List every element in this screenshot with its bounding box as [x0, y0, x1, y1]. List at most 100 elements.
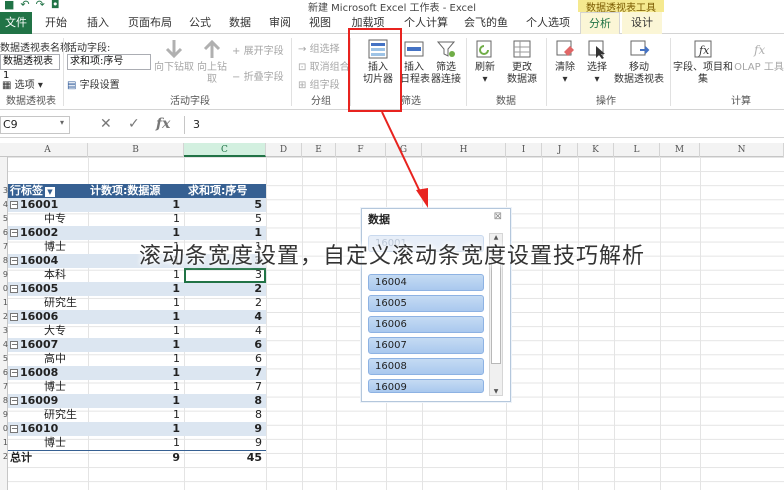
drill-up-button[interactable]: 向上钻取 — [196, 38, 228, 86]
table-row[interactable]: −16010 1 9 — [8, 422, 266, 436]
row-header[interactable]: 7 — [0, 382, 8, 391]
table-row[interactable]: −16001 1 5 — [8, 198, 266, 212]
table-row[interactable]: −16007 1 6 — [8, 338, 266, 352]
tab-insert[interactable]: 插入 — [78, 12, 118, 34]
table-row[interactable]: 研究生 1 2 — [8, 296, 266, 310]
column-header-c[interactable]: C — [184, 143, 266, 157]
column-header-l[interactable]: L — [614, 143, 660, 157]
filter-connections-button[interactable]: 筛选 器连接 — [430, 38, 462, 86]
table-row[interactable]: −16008 1 7 — [8, 366, 266, 380]
row-header[interactable]: 3 — [0, 326, 8, 335]
tab-analyze[interactable]: 分析 — [580, 12, 620, 35]
active-field-input[interactable]: 求和项:序号 — [67, 54, 151, 70]
tab-review[interactable]: 审阅 — [262, 12, 298, 34]
collapse-icon[interactable]: − — [10, 397, 18, 405]
table-row[interactable]: −16009 1 8 — [8, 394, 266, 408]
collapse-icon[interactable]: − — [10, 285, 18, 293]
row-labels-header[interactable]: 行标签 ▼ — [10, 184, 88, 198]
row-header[interactable]: 8 — [0, 396, 8, 405]
column-header-b[interactable]: B — [88, 143, 184, 157]
slicer-item[interactable]: 16004 — [368, 274, 484, 291]
table-row[interactable]: −16006 1 4 — [8, 310, 266, 324]
slicer-item[interactable]: 16008 — [368, 358, 484, 375]
row-header[interactable]: 9 — [0, 410, 8, 419]
table-row[interactable]: 博士 1 7 — [8, 380, 266, 394]
row-header[interactable]: 9 — [0, 270, 8, 279]
tab-formulas[interactable]: 公式 — [182, 12, 218, 34]
fields-items-sets-button[interactable]: fx 字段、项目和 集 — [672, 38, 734, 86]
column-header-e[interactable]: E — [302, 143, 336, 157]
group-field-button[interactable]: ⊞ 组字段 — [298, 76, 340, 91]
tab-home[interactable]: 开始 — [36, 12, 76, 34]
row-header[interactable]: 1 — [0, 438, 8, 447]
column-header-a[interactable]: A — [8, 143, 88, 157]
ungroup-button[interactable]: ⊡ 取消组合 — [298, 58, 350, 73]
options-button[interactable]: ▦ 选项 ▾ — [2, 76, 43, 91]
table-row[interactable]: 中专 1 5 — [8, 212, 266, 226]
slicer-item[interactable]: 16007 — [368, 337, 484, 354]
tab-personal-calc[interactable]: 个人计算 — [398, 12, 454, 34]
expand-field-button[interactable]: + 展开字段 — [232, 42, 284, 57]
olap-tools-button[interactable]: fx OLAP 工具 — [734, 38, 784, 74]
column-header-j[interactable]: J — [542, 143, 578, 157]
column-header-i[interactable]: I — [506, 143, 542, 157]
slicer-item[interactable]: 16006 — [368, 316, 484, 333]
cancel-icon[interactable]: ✕ — [100, 116, 112, 132]
tab-data[interactable]: 数据 — [222, 12, 258, 34]
row-header[interactable]: 2 — [0, 312, 8, 321]
insert-function-icon[interactable]: fx — [156, 116, 170, 132]
row-header[interactable]: 0 — [0, 284, 8, 293]
tab-flying-fish[interactable]: 会飞的鱼 — [458, 12, 514, 34]
group-selection-button[interactable]: → 组选择 — [298, 40, 340, 55]
table-row[interactable]: 研究生 1 8 — [8, 408, 266, 422]
column-header-n[interactable]: N — [700, 143, 784, 157]
collapse-icon[interactable]: − — [10, 313, 18, 321]
collapse-icon[interactable]: − — [10, 369, 18, 377]
slicer-item[interactable]: 16009 — [368, 379, 484, 393]
row-header[interactable]: 4 — [0, 340, 8, 349]
clear-button[interactable]: 清除 ▾ — [550, 38, 580, 86]
column-header-d[interactable]: D — [266, 143, 302, 157]
move-pivottable-button[interactable]: 移动 数据透视表 — [612, 38, 666, 86]
table-row[interactable]: 大专 1 4 — [8, 324, 266, 338]
scroll-down-icon[interactable]: ▼ — [490, 388, 502, 395]
row-header[interactable]: 0 — [0, 424, 8, 433]
clear-filter-icon[interactable]: ⊠ — [494, 211, 502, 222]
collapse-icon[interactable]: − — [10, 201, 18, 209]
row-header[interactable]: 5 — [0, 214, 8, 223]
row-header[interactable]: 6 — [0, 228, 8, 237]
tab-page-layout[interactable]: 页面布局 — [122, 12, 178, 34]
select-button[interactable]: 选择 ▾ — [582, 38, 612, 86]
tab-file[interactable]: 文件 — [0, 12, 32, 34]
formula-input[interactable]: 3 — [184, 116, 784, 134]
field-settings-button[interactable]: ▤ 字段设置 — [67, 76, 120, 91]
tab-personal-options[interactable]: 个人选项 — [518, 12, 578, 34]
table-row[interactable]: 高中 1 6 — [8, 352, 266, 366]
column-header-k[interactable]: K — [578, 143, 614, 157]
change-source-button[interactable]: 更改 数据源 — [502, 38, 542, 86]
collapse-icon[interactable]: − — [10, 341, 18, 349]
row-header[interactable]: 5 — [0, 354, 8, 363]
chevron-down-icon[interactable]: ▾ — [60, 118, 64, 127]
grand-total-row[interactable]: 总计 9 45 — [8, 450, 266, 464]
column-header-m[interactable]: M — [660, 143, 700, 157]
tab-view[interactable]: 视图 — [302, 12, 338, 34]
insert-timeline-button[interactable]: 插入 日程表 — [400, 38, 430, 86]
selected-cell[interactable] — [184, 268, 266, 283]
confirm-icon[interactable]: ✓ — [128, 116, 140, 132]
table-row[interactable]: −16005 1 2 — [8, 282, 266, 296]
drill-down-button[interactable]: 向下钻取 — [154, 38, 194, 74]
collapse-icon[interactable]: − — [10, 425, 18, 433]
row-header[interactable]: 2 — [0, 452, 8, 461]
refresh-button[interactable]: 刷新 ▾ — [470, 38, 500, 86]
collapse-icon[interactable]: − — [10, 229, 18, 237]
table-row[interactable]: 博士 1 9 — [8, 436, 266, 450]
row-header[interactable]: 1 — [0, 298, 8, 307]
filter-dropdown-icon[interactable]: ▼ — [45, 187, 55, 197]
row-header[interactable]: 3 — [0, 186, 8, 195]
row-header[interactable]: 4 — [0, 200, 8, 209]
row-header[interactable]: 6 — [0, 368, 8, 377]
tab-design[interactable]: 设计 — [622, 12, 662, 34]
slicer-item[interactable]: 16005 — [368, 295, 484, 312]
collapse-field-button[interactable]: − 折叠字段 — [232, 68, 284, 83]
